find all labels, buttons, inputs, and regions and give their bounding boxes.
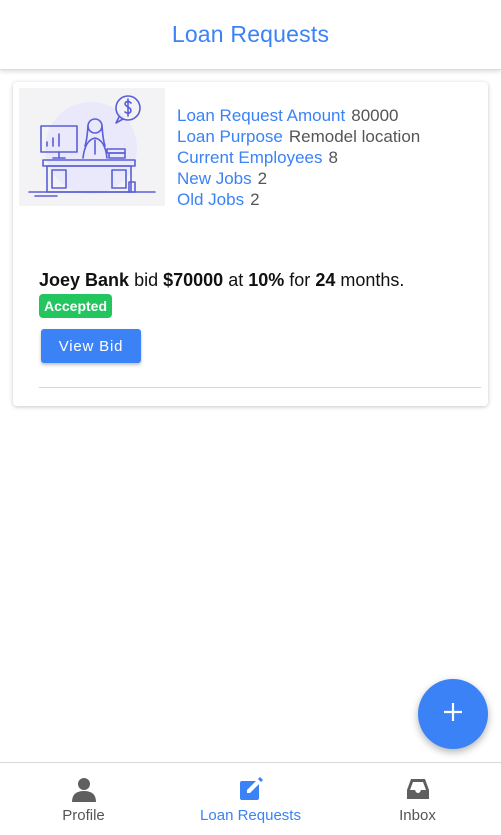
bid-rate: 10% [248,270,285,290]
nav-label: Loan Requests [200,807,301,824]
detail-row-purpose: Loan Purpose Remodel location [177,126,420,147]
nav-item-inbox[interactable]: Inbox [334,763,501,835]
bid-text: at [228,270,244,290]
bid-summary: Joey Bank bid $70000 at 10% for 24 month… [39,270,404,291]
office-illustration [19,88,165,206]
view-bid-button[interactable]: View Bid [41,329,141,363]
edit-icon [237,775,265,803]
detail-label: Loan Request Amount [177,106,346,125]
bid-text: for [289,270,311,290]
detail-value: Remodel location [288,127,421,146]
loan-details: Loan Request Amount 80000 Loan Purpose Rem… [177,105,420,210]
detail-value: 2 [250,190,260,209]
bottom-navigation: Profile Loan Requests Inbox [0,762,501,835]
detail-row-amount: Loan Request Amount 80000 [177,105,420,126]
add-loan-request-button[interactable] [418,679,488,749]
plus-icon [441,700,465,729]
page-title: Loan Requests [171,21,330,47]
detail-label: Loan Purpose [177,127,283,146]
detail-row-employees: Current Employees 8 [177,147,420,168]
detail-row-new-jobs: New Jobs 2 [177,168,420,189]
nav-item-loan-requests[interactable]: Loan Requests [167,763,334,835]
inbox-icon [404,775,432,803]
status-badge: Accepted [39,294,113,318]
nav-label: Profile [62,807,105,824]
bid-amount: $70000 [163,270,224,290]
bid-term: 24 [315,270,336,290]
detail-label: Current Employees [177,148,323,167]
detail-value: 2 [257,169,268,188]
detail-label: Old Jobs [177,190,245,209]
loan-request-card: Loan Request Amount 80000 Loan Purpose Rem… [13,82,488,406]
bid-text: months. [340,270,405,290]
divider [39,387,481,388]
person-icon [70,775,98,803]
bidder-name: Joey Bank [39,270,130,290]
app-header: Loan Requests [0,0,501,70]
detail-value: 80000 [351,106,399,125]
bid-text: bid [134,270,159,290]
nav-item-profile[interactable]: Profile [0,763,167,835]
detail-value: 8 [328,148,338,167]
detail-label: New Jobs [177,169,252,188]
detail-row-old-jobs: Old Jobs 2 [177,189,420,210]
nav-label: Inbox [399,807,436,824]
